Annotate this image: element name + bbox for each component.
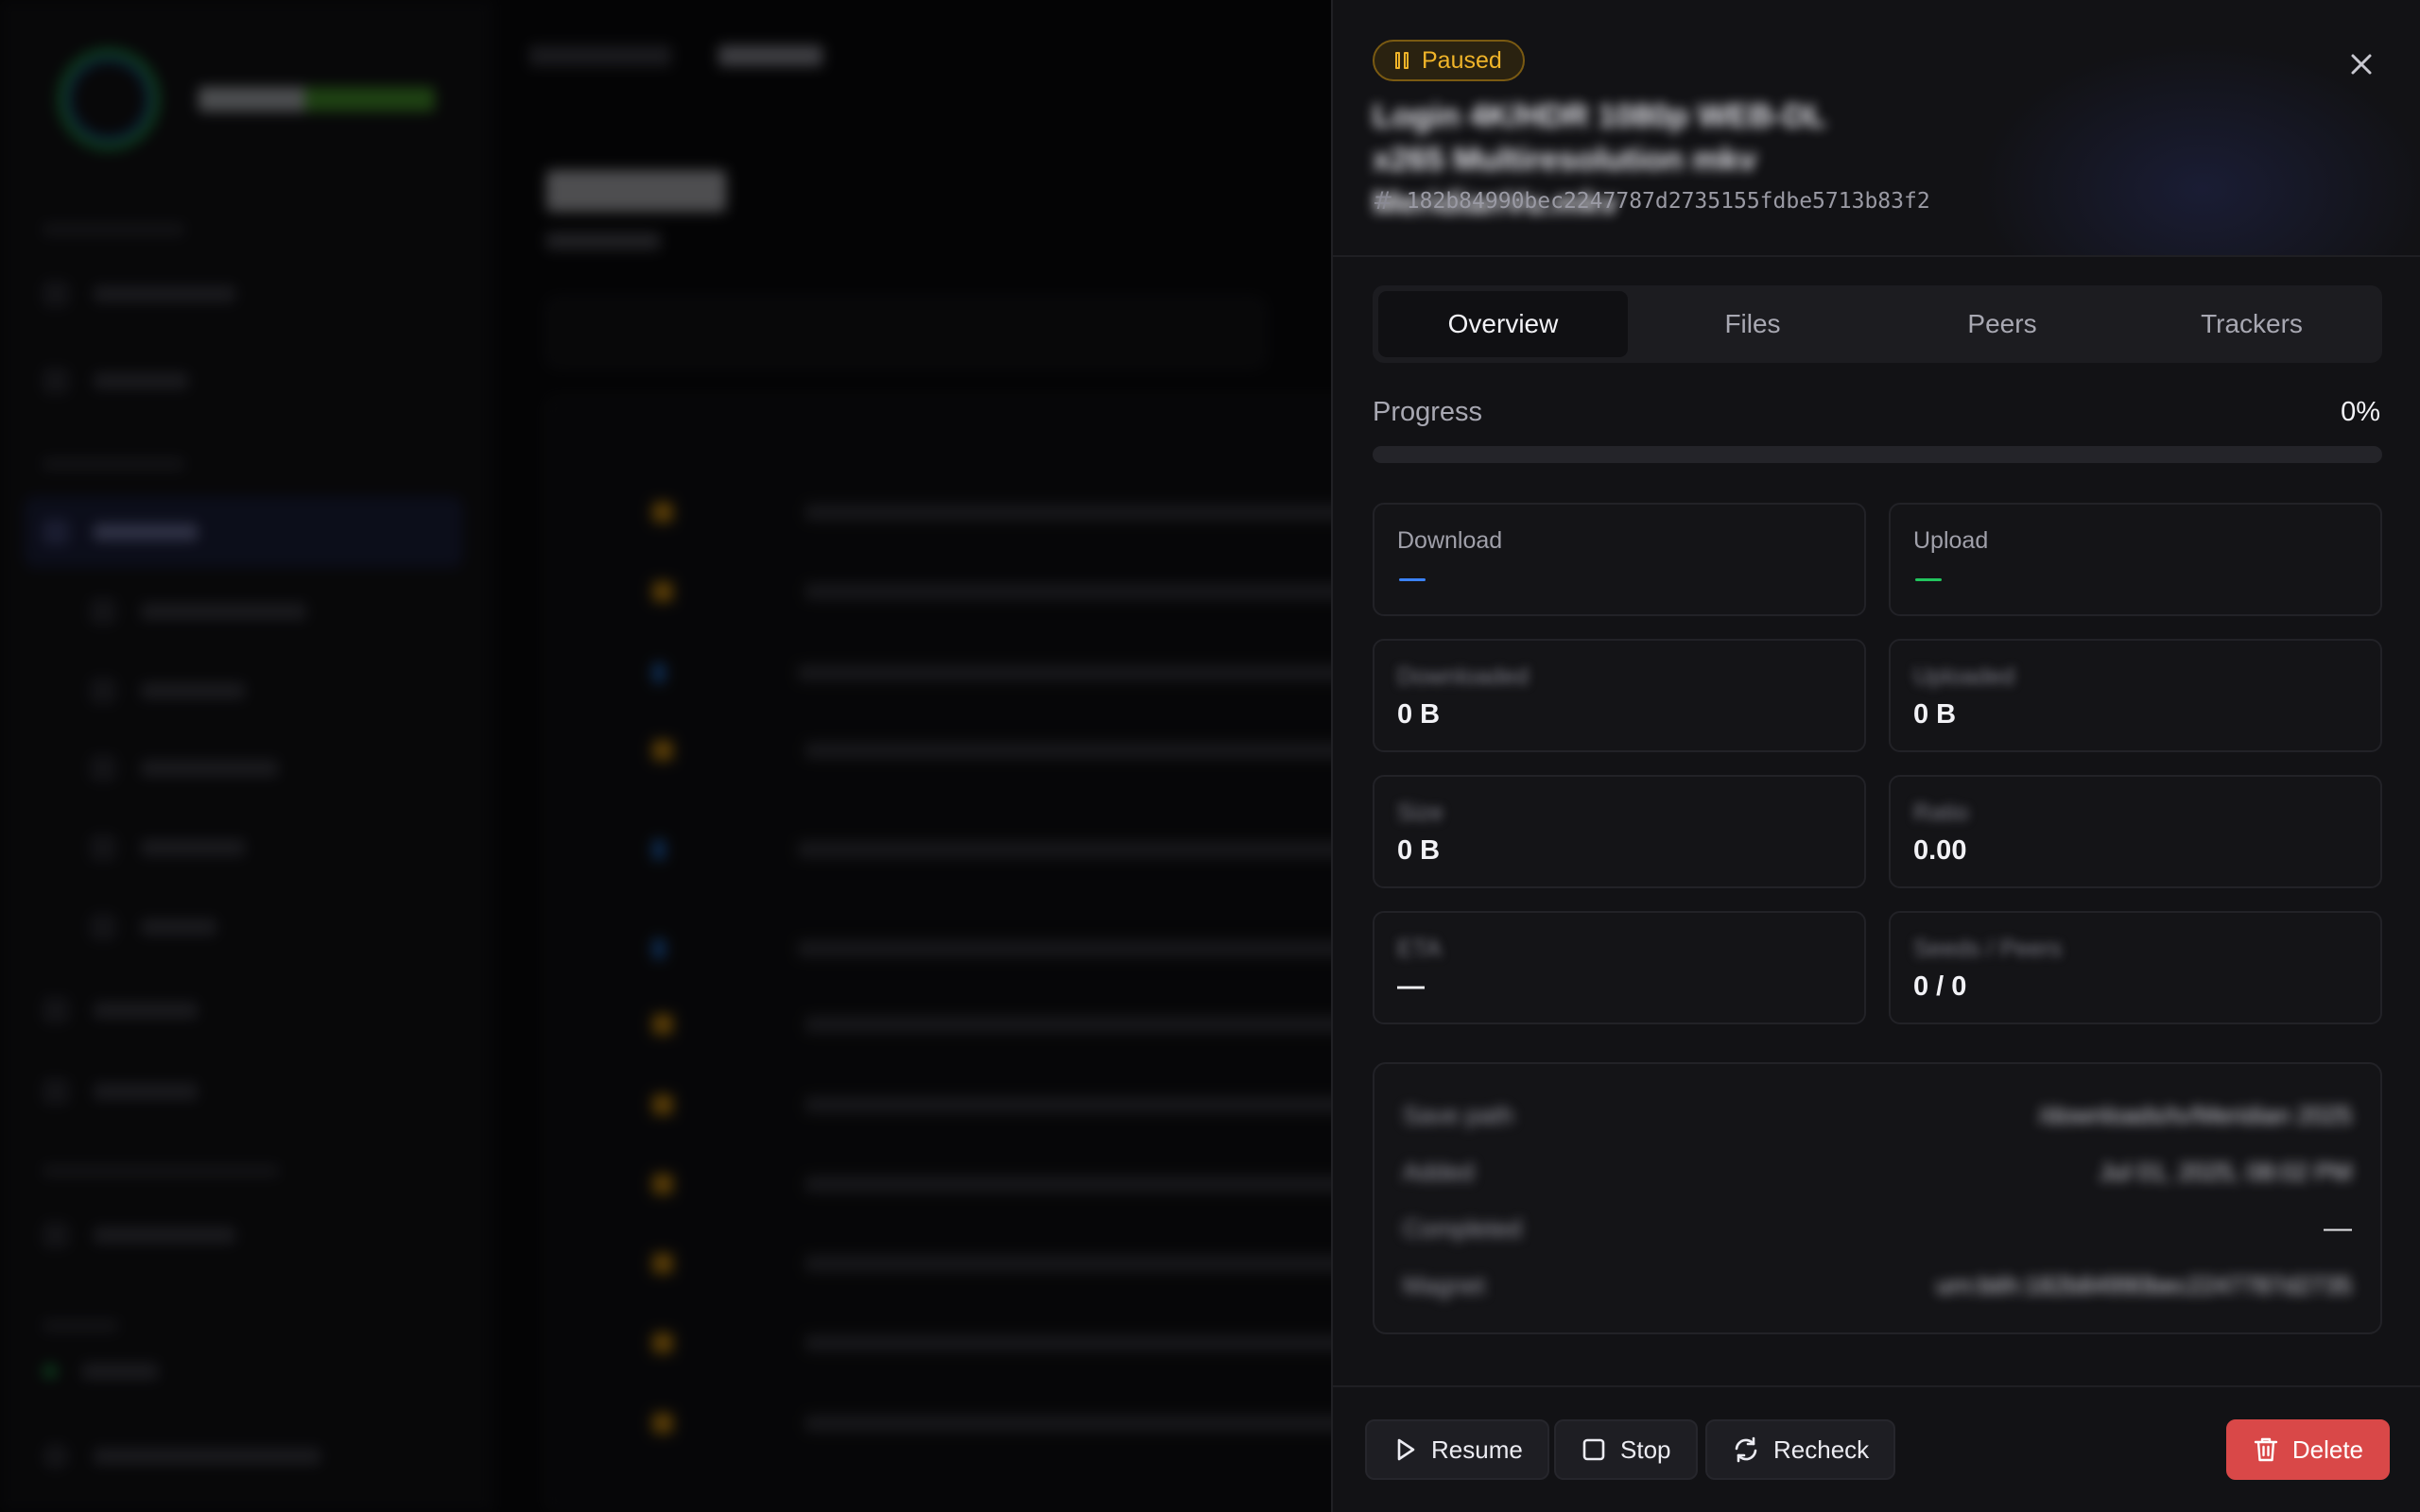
drawer-footer: Resume Stop Recheck Delete [1333,1385,2420,1512]
ratio-card: Ratio 0.00 [1889,775,2382,888]
trash-icon [2254,1437,2278,1462]
tab-files[interactable]: Files [1628,291,1877,357]
close-button[interactable] [2344,47,2378,81]
downloaded-value: 0 B [1397,699,1441,730]
resume-label: Resume [1431,1435,1523,1464]
drawer-header: Paused Login 4K/HDR 1080p WEB-DL x265 Mu… [1333,0,2420,257]
progress-value: 0% [2341,397,2380,427]
info-hash-value: 182b84990bec2247787d2735155fdbe5713b83f2 [1406,189,1930,214]
detail-tabs: Overview Files Peers Trackers [1373,285,2382,363]
size-label: Size [1397,799,1443,826]
progress-bar [1373,446,2382,463]
torrent-info-panel: Save path /downloads/tv/Meridian 2025 Ad… [1373,1062,2382,1334]
info-row-completed: Completed — [1403,1210,2352,1247]
download-speed-label: Download [1397,527,1503,554]
info-key: Added [1403,1157,1475,1186]
stop-icon [1582,1438,1605,1461]
tab-peers[interactable]: Peers [1877,291,2127,357]
eta-card: ETA — [1373,911,1866,1024]
stop-label: Stop [1620,1435,1671,1464]
uploaded-label: Uploaded [1913,663,2015,690]
eta-value: — [1397,971,1425,1002]
download-speed-card: Download [1373,503,1866,616]
downloaded-label: Downloaded [1397,663,1529,690]
delete-button[interactable]: Delete [2225,1419,2390,1480]
upload-speed-sparkline [1915,578,1942,581]
torrent-details-drawer: Paused Login 4K/HDR 1080p WEB-DL x265 Mu… [1331,0,2420,1512]
tab-overview[interactable]: Overview [1378,291,1628,357]
ratio-label: Ratio [1913,799,1969,826]
pause-icon [1395,52,1410,69]
eta-label: ETA [1397,936,1442,962]
stop-button[interactable]: Stop [1554,1419,1698,1480]
info-row-added: Added Jul 01, 2025, 08:02 PM [1403,1153,2352,1191]
info-row-magnet: Magnet urn:btih:182b84990bec2247787d2735 [1403,1266,2352,1304]
ratio-value: 0.00 [1913,835,1967,866]
info-hash: # 182b84990bec2247787d2735155fdbe5713b83… [1373,187,1930,215]
refresh-icon [1735,1436,1757,1463]
recheck-button[interactable]: Recheck [1705,1419,1896,1480]
seeds-peers-card: Seeds / Peers 0 / 0 [1889,911,2382,1024]
delete-label: Delete [2291,1435,2363,1464]
seeds-peers-label: Seeds / Peers [1913,936,2063,962]
info-key: Magnet [1403,1270,1485,1299]
size-value: 0 B [1397,835,1441,866]
info-row-save-path: Save path /downloads/tv/Meridian 2025 [1403,1096,2352,1134]
close-icon [2351,54,2372,75]
upload-speed-card: Upload [1889,503,2382,616]
progress-label: Progress [1373,397,1483,427]
play-icon [1397,1438,1415,1461]
download-speed-sparkline [1399,578,1426,581]
info-value: Jul 01, 2025, 08:02 PM [2099,1157,2352,1186]
upload-speed-label: Upload [1913,527,1989,554]
modal-backdrop[interactable] [0,0,1331,1512]
downloaded-card: Downloaded 0 B [1373,639,1866,752]
info-value: — [2324,1212,2352,1244]
size-card: Size 0 B [1373,775,1866,888]
status-label: Paused [1422,46,1502,74]
info-value: urn:btih:182b84990bec2247787d2735 [1936,1270,2352,1299]
recheck-label: Recheck [1773,1435,1870,1464]
status-badge: Paused [1373,40,1525,81]
info-key: Completed [1403,1213,1522,1243]
hash-icon: # [1373,187,1393,215]
uploaded-value: 0 B [1913,699,1957,730]
tab-trackers[interactable]: Trackers [2127,291,2377,357]
uploaded-card: Uploaded 0 B [1889,639,2382,752]
info-value: /downloads/tv/Meridian 2025 [2039,1100,2352,1129]
info-key: Save path [1403,1100,1514,1129]
seeds-peers-value: 0 / 0 [1913,971,1967,1002]
resume-button[interactable]: Resume [1365,1419,1549,1480]
